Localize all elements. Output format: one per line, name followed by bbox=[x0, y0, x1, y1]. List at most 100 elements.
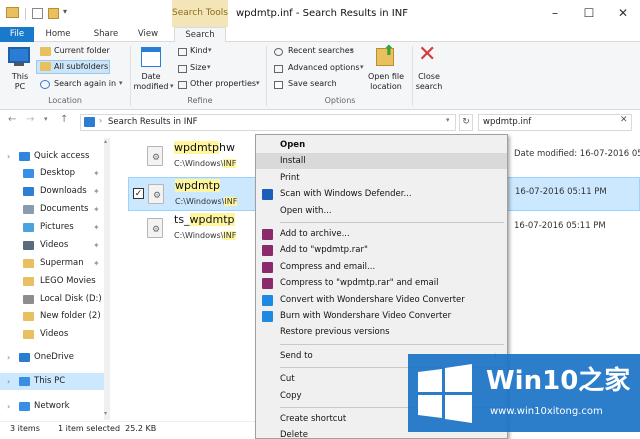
nav-item-label: Documents bbox=[40, 204, 89, 214]
this-pc-stand-icon bbox=[14, 63, 24, 66]
nav-item-new-folder-2-[interactable]: New folder (2) bbox=[0, 308, 104, 325]
minimize-button[interactable]: – bbox=[538, 0, 572, 27]
expand-chevron-icon[interactable]: › bbox=[7, 148, 10, 165]
winrar-icon bbox=[262, 278, 273, 290]
open-file-location-button[interactable]: Open file location bbox=[364, 72, 408, 92]
search-input-value: wpdmtp.inf bbox=[483, 117, 532, 127]
breadcrumb-chevron-icon[interactable]: › bbox=[99, 116, 102, 125]
nav-item-quick-access[interactable]: Quick access › bbox=[0, 148, 104, 165]
nav-item-this-pc[interactable]: This PC › bbox=[0, 373, 104, 390]
app-icon[interactable] bbox=[6, 7, 19, 18]
folder-icon bbox=[23, 277, 34, 286]
save-search-button[interactable]: Save search bbox=[288, 79, 337, 88]
size-button[interactable]: Size bbox=[190, 63, 206, 72]
nav-item-desktop[interactable]: Desktop ✦ bbox=[0, 165, 104, 182]
nav-item-pictures[interactable]: Pictures ✦ bbox=[0, 219, 104, 236]
current-folder-button[interactable]: Current folder bbox=[54, 46, 110, 55]
winrar-icon bbox=[262, 245, 273, 257]
file-name: ts_wpdmtp bbox=[174, 213, 235, 226]
recent-searches-button[interactable]: Recent searches bbox=[288, 46, 354, 55]
nav-item-onedrive[interactable]: OneDrive › bbox=[0, 349, 104, 366]
back-arrow-icon[interactable]: ← bbox=[8, 114, 16, 125]
recent-locations-icon[interactable]: ▾ bbox=[44, 115, 48, 123]
menu-item-scan-with-windows-defender[interactable]: Scan with Windows Defender... bbox=[256, 186, 507, 202]
menu-item-burn-with-wondershare-video-converter[interactable]: Burn with Wondershare Video Converter bbox=[256, 308, 507, 324]
documents-icon bbox=[23, 205, 34, 214]
search-again-button[interactable]: Search again in bbox=[54, 79, 116, 88]
refresh-icon[interactable]: ↻ bbox=[459, 114, 473, 131]
tab-search[interactable]: Search bbox=[174, 27, 226, 43]
file-path-match: INF bbox=[224, 197, 238, 206]
expand-chevron-icon[interactable]: › bbox=[7, 373, 10, 390]
file-date: 16-07-2016 05:11 PM bbox=[514, 221, 606, 231]
tab-share[interactable]: Share bbox=[86, 27, 126, 42]
pin-icon: ✦ bbox=[93, 241, 100, 250]
address-dropdown-icon[interactable]: ▾ bbox=[446, 116, 450, 124]
kind-icon bbox=[178, 48, 187, 56]
nav-item-downloads[interactable]: Downloads ✦ bbox=[0, 183, 104, 200]
nav-item-videos[interactable]: Videos ✦ bbox=[0, 237, 104, 254]
pin-icon: ✦ bbox=[93, 223, 100, 232]
menu-item-compress-to-wpdmtp-rar-and-email[interactable]: Compress to "wpdmtp.rar" and email bbox=[256, 275, 507, 291]
nav-item-label: Quick access bbox=[34, 151, 90, 161]
quick-access-toolbar-separator bbox=[25, 8, 26, 20]
close-window-button[interactable]: ✕ bbox=[606, 0, 640, 27]
nav-item-local-disk-d-[interactable]: Local Disk (D:) bbox=[0, 291, 104, 308]
menu-item-add-to-wpdmtp-rar[interactable]: Add to "wpdmtp.rar" bbox=[256, 242, 507, 258]
file-name-prefix: ts_ bbox=[174, 213, 190, 226]
network-icon bbox=[19, 402, 30, 411]
file-path-prefix: C:\Windows\ bbox=[174, 159, 224, 168]
advanced-options-button[interactable]: Advanced options bbox=[288, 63, 360, 72]
nav-item-label: Videos bbox=[40, 329, 69, 339]
nav-item-label: New folder (2) bbox=[40, 311, 101, 321]
menu-item-compress-and-email[interactable]: Compress and email... bbox=[256, 259, 507, 275]
expand-chevron-icon[interactable]: › bbox=[7, 398, 10, 415]
clear-search-icon[interactable]: ✕ bbox=[620, 115, 628, 125]
tab-view[interactable]: View bbox=[130, 27, 166, 42]
ribbon-separator bbox=[266, 46, 267, 106]
menu-item-open-with[interactable]: Open with... bbox=[256, 203, 507, 219]
nav-scroll-down-icon[interactable]: ▾ bbox=[104, 410, 107, 417]
nav-scrollbar[interactable] bbox=[104, 138, 110, 420]
all-subfolders-icon bbox=[40, 62, 51, 71]
close-search-button[interactable]: Close search bbox=[414, 72, 444, 92]
expand-chevron-icon[interactable]: › bbox=[7, 349, 10, 366]
menu-item-label: Add to "wpdmtp.rar" bbox=[280, 245, 368, 256]
nav-item-lego-movies[interactable]: LEGO Movies bbox=[0, 273, 104, 290]
tab-file[interactable]: File bbox=[0, 27, 34, 42]
nav-item-superman[interactable]: Superman ✦ bbox=[0, 255, 104, 272]
maximize-button[interactable]: ☐ bbox=[572, 0, 606, 27]
other-properties-button[interactable]: Other properties bbox=[190, 79, 256, 88]
menu-item-open[interactable]: Open bbox=[256, 137, 507, 153]
properties-icon[interactable] bbox=[32, 8, 43, 19]
menu-item-restore-previous-versions[interactable]: Restore previous versions bbox=[256, 324, 507, 340]
up-arrow-icon[interactable]: ↑ bbox=[60, 114, 68, 125]
new-folder-icon[interactable] bbox=[48, 8, 59, 19]
forward-arrow-icon[interactable]: → bbox=[26, 114, 34, 125]
folder-icon bbox=[23, 259, 34, 268]
pin-icon: ✦ bbox=[93, 205, 100, 214]
file-path: C:\Windows\INF bbox=[174, 159, 237, 168]
menu-item-convert-with-wondershare-video-converter[interactable]: Convert with Wondershare Video Converter bbox=[256, 292, 507, 308]
pictures-icon bbox=[23, 223, 34, 232]
menu-item-add-to-archive[interactable]: Add to archive... bbox=[256, 226, 507, 242]
chevron-down-icon: ▾ bbox=[360, 63, 364, 71]
this-pc-button[interactable]: This PC bbox=[8, 72, 32, 92]
tab-home[interactable]: Home bbox=[40, 27, 76, 42]
menu-item-install[interactable]: Install bbox=[256, 153, 507, 170]
nav-item-documents[interactable]: Documents ✦ bbox=[0, 201, 104, 218]
search-results-icon bbox=[84, 117, 95, 127]
nav-item-label: Pictures bbox=[40, 222, 74, 232]
menu-item-label: Add to archive... bbox=[280, 229, 350, 239]
nav-scroll-up-icon[interactable]: ▴ bbox=[104, 138, 107, 145]
menu-item-label: Compress and email... bbox=[280, 261, 376, 272]
nav-item-videos[interactable]: Videos bbox=[0, 326, 104, 343]
menu-item-print[interactable]: Print bbox=[256, 170, 507, 186]
date-modified-button[interactable]: Date modified bbox=[131, 72, 171, 92]
customize-qat-icon[interactable]: ▾ bbox=[63, 7, 67, 16]
menu-item-label: Create shortcut bbox=[280, 414, 347, 424]
row-checkbox[interactable]: ✓ bbox=[133, 188, 144, 199]
kind-button[interactable]: Kind bbox=[190, 46, 208, 55]
nav-item-network[interactable]: Network › bbox=[0, 398, 104, 415]
nav-item-label: OneDrive bbox=[34, 352, 74, 362]
